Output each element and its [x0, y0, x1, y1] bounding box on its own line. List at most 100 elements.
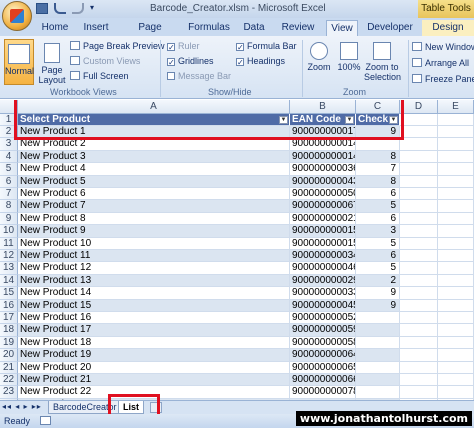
- zoom-to-selection-button[interactable]: Zoom to Selection: [364, 40, 401, 82]
- empty-cell[interactable]: [438, 250, 474, 263]
- empty-cell[interactable]: [400, 200, 438, 213]
- ean-code-cell[interactable]: 900000000045: [290, 299, 356, 312]
- check-digit-cell[interactable]: 8: [356, 175, 400, 188]
- row-header[interactable]: 5: [0, 163, 18, 176]
- product-cell[interactable]: New Product 4: [18, 163, 290, 176]
- page-layout-button[interactable]: Page Layout: [38, 39, 66, 85]
- empty-cell[interactable]: [400, 138, 438, 151]
- empty-cell[interactable]: [438, 138, 474, 151]
- row-header[interactable]: 9: [0, 212, 18, 226]
- select-all-corner[interactable]: [0, 100, 18, 114]
- ean-code-cell[interactable]: 900000000033: [290, 287, 356, 300]
- product-cell[interactable]: New Product 11: [18, 250, 290, 263]
- empty-cell[interactable]: [400, 287, 438, 300]
- check-digit-cell[interactable]: 9: [356, 299, 400, 312]
- empty-cell[interactable]: [400, 324, 438, 337]
- row-header[interactable]: 4: [0, 150, 18, 164]
- product-cell[interactable]: New Product 15: [18, 299, 290, 312]
- ean-code-cell[interactable]: 900000000067: [290, 200, 356, 213]
- product-cell[interactable]: New Product 18: [18, 336, 290, 350]
- ean-code-cell[interactable]: 900000000059: [290, 324, 356, 337]
- empty-cell[interactable]: [400, 212, 438, 226]
- empty-cell[interactable]: [438, 287, 474, 300]
- empty-cell[interactable]: [400, 250, 438, 263]
- product-cell[interactable]: New Product 8: [18, 212, 290, 226]
- tab-design[interactable]: Design: [422, 20, 474, 36]
- empty-cell[interactable]: [400, 386, 438, 399]
- tab-data[interactable]: Data: [240, 20, 268, 36]
- empty-cell[interactable]: [400, 312, 438, 325]
- column-header-c[interactable]: C: [356, 100, 400, 114]
- ean-code-cell[interactable]: 900000000021: [290, 212, 356, 226]
- empty-cell[interactable]: [438, 386, 474, 399]
- table-header-check[interactable]: Check ▼: [356, 114, 400, 126]
- sheet-tab-barcodecreator[interactable]: BarcodeCreator: [48, 401, 122, 414]
- empty-cell[interactable]: [438, 299, 474, 312]
- ean-code-cell[interactable]: 900000000065: [290, 361, 356, 374]
- empty-cell[interactable]: [400, 126, 438, 139]
- message-bar-checkbox[interactable]: Message Bar: [167, 71, 231, 81]
- product-cell[interactable]: New Product 22: [18, 386, 290, 399]
- gridlines-checkbox[interactable]: ✓ Gridlines: [167, 56, 214, 67]
- row-header[interactable]: 8: [0, 200, 18, 213]
- check-digit-cell[interactable]: 6: [356, 212, 400, 226]
- check-digit-cell[interactable]: [356, 312, 400, 325]
- ean-code-cell[interactable]: 900000000015: [290, 237, 356, 250]
- table-header-product[interactable]: Select Product ▼: [18, 114, 290, 126]
- product-cell[interactable]: New Product 14: [18, 287, 290, 300]
- product-cell[interactable]: New Product 20: [18, 361, 290, 374]
- check-digit-cell[interactable]: [356, 336, 400, 350]
- headings-checkbox[interactable]: ✓ Headings: [236, 56, 285, 67]
- ean-code-cell[interactable]: 900000000043: [290, 175, 356, 188]
- sheet-tab-list[interactable]: List: [118, 401, 145, 414]
- empty-cell[interactable]: [438, 114, 474, 126]
- normal-view-button[interactable]: Normal: [4, 39, 34, 85]
- worksheet-grid[interactable]: A B C D E 1 Select Product ▼ EAN Code ▼ Ch…: [0, 100, 474, 400]
- empty-cell[interactable]: [400, 237, 438, 250]
- check-digit-cell[interactable]: [356, 374, 400, 387]
- redo-icon[interactable]: [72, 3, 84, 14]
- undo-icon[interactable]: [54, 3, 66, 14]
- filter-dropdown-icon[interactable]: ▼: [279, 116, 288, 124]
- save-icon[interactable]: [36, 3, 48, 14]
- office-button[interactable]: [2, 1, 32, 31]
- tab-review[interactable]: Review: [280, 20, 316, 36]
- filter-dropdown-icon[interactable]: ▼: [345, 116, 354, 124]
- empty-cell[interactable]: [438, 150, 474, 164]
- ean-code-cell[interactable]: 900000000015: [290, 225, 356, 238]
- zoom-button[interactable]: Zoom: [306, 40, 332, 72]
- check-digit-cell[interactable]: [356, 138, 400, 151]
- formula-bar-checkbox[interactable]: ✓ Formula Bar: [236, 41, 297, 52]
- empty-cell[interactable]: [438, 200, 474, 213]
- macro-record-icon[interactable]: [40, 416, 51, 425]
- insert-sheet-icon[interactable]: [150, 402, 162, 413]
- product-cell[interactable]: New Product 19: [18, 349, 290, 362]
- empty-cell[interactable]: [400, 188, 438, 201]
- check-digit-cell[interactable]: [356, 324, 400, 337]
- empty-cell[interactable]: [438, 225, 474, 238]
- empty-cell[interactable]: [400, 150, 438, 164]
- empty-cell[interactable]: [438, 274, 474, 288]
- empty-cell[interactable]: [438, 336, 474, 350]
- arrange-all-button[interactable]: Arrange All: [412, 58, 469, 68]
- tab-view[interactable]: View: [326, 20, 358, 36]
- ean-code-cell[interactable]: 900000000064: [290, 349, 356, 362]
- row-header[interactable]: 19: [0, 336, 18, 350]
- check-digit-cell[interactable]: 6: [356, 188, 400, 201]
- full-screen-button[interactable]: Full Screen: [70, 71, 129, 81]
- ean-code-cell[interactable]: 900000000050: [290, 188, 356, 201]
- row-header[interactable]: 17: [0, 312, 18, 325]
- check-digit-cell[interactable]: 8: [356, 150, 400, 164]
- row-header[interactable]: 13: [0, 262, 18, 275]
- product-cell[interactable]: New Product 6: [18, 188, 290, 201]
- new-window-button[interactable]: New Window: [412, 42, 474, 52]
- ean-code-cell[interactable]: 900000000058: [290, 336, 356, 350]
- ean-code-cell[interactable]: 900000000029: [290, 274, 356, 288]
- ean-code-cell[interactable]: 900000000046: [290, 262, 356, 275]
- empty-cell[interactable]: [438, 262, 474, 275]
- column-header-d[interactable]: D: [400, 100, 438, 114]
- row-header[interactable]: 7: [0, 188, 18, 201]
- check-digit-cell[interactable]: 9: [356, 287, 400, 300]
- empty-cell[interactable]: [438, 324, 474, 337]
- empty-cell[interactable]: [400, 299, 438, 312]
